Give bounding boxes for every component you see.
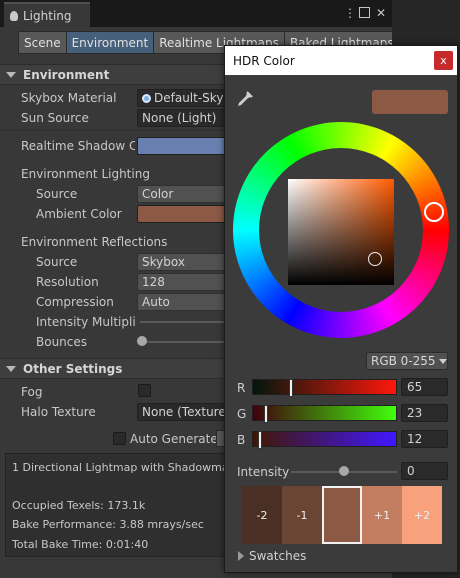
foldout-open-icon bbox=[6, 365, 16, 372]
compression-label: Compression bbox=[36, 295, 114, 309]
ambient-color-label: Ambient Color bbox=[36, 207, 122, 221]
exposure-swatch-plus-2[interactable]: +2 bbox=[402, 486, 442, 544]
eyedropper-icon[interactable] bbox=[235, 91, 253, 109]
blue-channel-label: B bbox=[237, 433, 246, 447]
exposure-swatch-minus-1[interactable]: -1 bbox=[282, 486, 322, 544]
foldout-closed-icon bbox=[238, 551, 244, 561]
hdr-color-title: HDR Color bbox=[233, 53, 295, 68]
green-channel-label: G bbox=[237, 407, 247, 421]
intensity-value-field[interactable]: 0 bbox=[401, 462, 448, 480]
intensity-multiplier-slider[interactable] bbox=[140, 321, 230, 323]
bounces-label: Bounces bbox=[36, 335, 88, 349]
bounces-slider-knob[interactable] bbox=[137, 336, 147, 346]
fog-label: Fog bbox=[21, 385, 43, 399]
exposure-swatch-plus-1[interactable]: +1 bbox=[362, 486, 402, 544]
blue-slider-handle[interactable] bbox=[258, 431, 262, 449]
intensity-label: Intensity bbox=[237, 465, 290, 479]
window-titlebar: Lighting ⋮ ✕ bbox=[0, 0, 392, 27]
foldout-open-icon bbox=[6, 71, 16, 78]
resolution-label: Resolution bbox=[36, 275, 99, 289]
sun-source-label: Sun Source bbox=[21, 111, 89, 125]
window-tab-lighting[interactable]: Lighting bbox=[4, 2, 90, 27]
color-mode-dropdown[interactable]: RGB 0-255 bbox=[366, 352, 448, 370]
hue-handle[interactable] bbox=[424, 202, 444, 222]
environment-reflections-label: Environment Reflections bbox=[21, 235, 168, 249]
sun-source-field[interactable]: None (Light) bbox=[137, 109, 237, 127]
environment-header-label: Environment bbox=[23, 67, 110, 82]
hdr-color-titlebar: HDR Color x bbox=[225, 46, 457, 75]
halo-texture-field[interactable]: None (Texture 2D) bbox=[137, 403, 237, 421]
chevron-down-icon bbox=[438, 358, 447, 364]
color-preview-swatch bbox=[372, 90, 448, 114]
bounces-slider-track[interactable] bbox=[140, 341, 230, 343]
skybox-material-field[interactable]: Default-Skybox bbox=[137, 89, 237, 107]
saturation-value-square[interactable] bbox=[288, 179, 394, 285]
realtime-shadow-color-swatch[interactable] bbox=[137, 137, 237, 155]
halo-texture-label: Halo Texture bbox=[21, 405, 96, 419]
red-slider-handle[interactable] bbox=[289, 379, 293, 397]
kebab-menu-icon[interactable]: ⋮ bbox=[344, 6, 356, 20]
tab-scene[interactable]: Scene bbox=[18, 31, 67, 54]
blue-value-field[interactable]: 12 bbox=[401, 430, 448, 448]
saturation-value-handle[interactable] bbox=[368, 252, 382, 266]
auto-generate-label: Auto Generate bbox=[130, 432, 218, 446]
compression-dropdown[interactable]: Auto bbox=[137, 293, 237, 311]
red-value-field[interactable]: 65 bbox=[401, 378, 448, 396]
other-settings-header-label: Other Settings bbox=[23, 361, 123, 376]
resolution-dropdown[interactable]: 128 bbox=[137, 273, 237, 291]
env-lighting-source-label: Source bbox=[36, 187, 78, 201]
green-channel-slider[interactable] bbox=[252, 405, 397, 423]
window-title: Lighting bbox=[23, 8, 72, 23]
color-mode-value: RGB 0-255 bbox=[371, 354, 436, 368]
skybox-material-label: Skybox Material bbox=[21, 91, 117, 105]
green-slider-handle[interactable] bbox=[264, 405, 268, 423]
material-object-icon bbox=[142, 93, 151, 103]
lightbulb-icon bbox=[10, 10, 18, 21]
reflection-source-dropdown[interactable]: Skybox bbox=[137, 253, 237, 271]
swatches-label: Swatches bbox=[249, 549, 307, 563]
red-channel-label: R bbox=[237, 381, 246, 395]
hdr-color-picker: HDR Color x RGB 0-255 R 65 G 23 B 12 Int… bbox=[224, 45, 458, 573]
maximize-icon[interactable] bbox=[359, 7, 370, 21]
ambient-color-swatch[interactable] bbox=[137, 205, 237, 223]
total-bake-time: Total Bake Time: 0:01:40 bbox=[12, 538, 149, 551]
environment-lighting-label: Environment Lighting bbox=[21, 167, 150, 181]
tab-environment[interactable]: Environment bbox=[65, 31, 155, 54]
close-button[interactable]: x bbox=[434, 51, 453, 70]
env-lighting-source-dropdown[interactable]: Color bbox=[137, 185, 237, 203]
realtime-shadow-color-label: Realtime Shadow Color bbox=[21, 139, 135, 153]
close-icon[interactable]: ✕ bbox=[376, 6, 386, 20]
fog-checkbox[interactable] bbox=[138, 384, 151, 397]
blue-channel-slider[interactable] bbox=[252, 431, 397, 449]
exposure-swatch-current[interactable] bbox=[322, 486, 362, 544]
intensity-multiplier-label: Intensity Multiplier bbox=[36, 315, 136, 329]
reflection-source-label: Source bbox=[36, 255, 78, 269]
exposure-swatch-minus-2[interactable]: -2 bbox=[242, 486, 282, 544]
red-channel-slider[interactable] bbox=[252, 379, 397, 397]
green-value-field[interactable]: 23 bbox=[401, 404, 448, 422]
auto-generate-checkbox[interactable] bbox=[113, 432, 126, 445]
swatches-foldout[interactable]: Swatches bbox=[238, 549, 306, 563]
intensity-slider-knob[interactable] bbox=[339, 466, 349, 476]
bake-performance: Bake Performance: 3.88 mrays/sec bbox=[12, 518, 204, 531]
occupied-texels: Occupied Texels: 173.1k bbox=[12, 499, 146, 512]
